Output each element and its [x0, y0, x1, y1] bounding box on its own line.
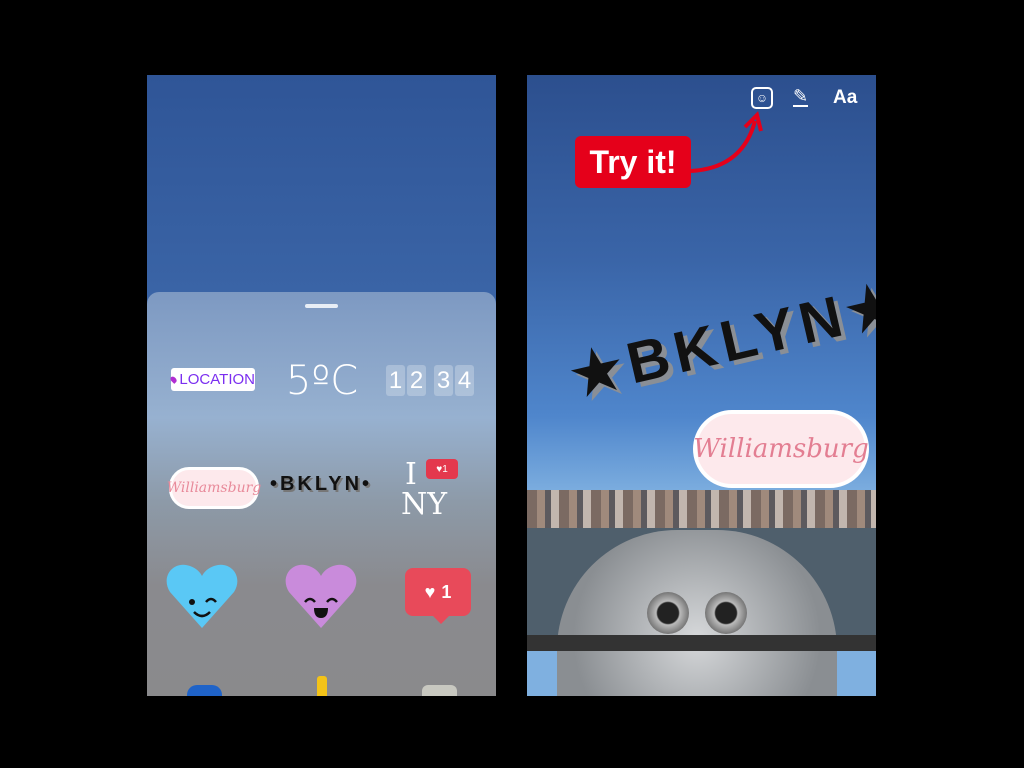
- smiling-purple-heart-sticker[interactable]: [285, 564, 357, 628]
- drag-handle[interactable]: [305, 304, 338, 308]
- ny-letters: NY: [401, 487, 448, 522]
- sticker-picker-screen: LOCATION 5ºC 1234 Williamsburg •BKLYN• I…: [147, 75, 496, 696]
- temperature-sticker[interactable]: 5ºC: [286, 358, 358, 404]
- city-skyline: [527, 490, 876, 530]
- sticker-button[interactable]: ☺: [751, 87, 773, 109]
- sticker-partial[interactable]: [422, 685, 457, 696]
- railing: [527, 635, 876, 651]
- location-label: LOCATION: [179, 371, 255, 388]
- sticker-partial[interactable]: [317, 676, 327, 696]
- like-count-sticker[interactable]: ♥ 1: [405, 568, 471, 624]
- bklyn-sticker-placed[interactable]: ★BKLYN★: [564, 268, 876, 411]
- bklyn-sticker[interactable]: •BKLYN•: [270, 473, 369, 496]
- heart-icon: ♥: [424, 581, 436, 602]
- lens: [647, 592, 689, 634]
- sticker-tray: LOCATION 5ºC 1234 Williamsburg •BKLYN• I…: [147, 292, 496, 696]
- try-it-callout: Try it!: [575, 136, 691, 188]
- arrow-icon: [690, 111, 763, 173]
- like-count: 1: [441, 581, 452, 602]
- like-badge: ♥1: [426, 459, 458, 479]
- draw-button[interactable]: ✎: [793, 87, 809, 107]
- location-sticker[interactable]: LOCATION: [169, 368, 255, 391]
- clock-digit: 1: [386, 365, 405, 396]
- story-editor-screen: ☺ ✎ Aa Try it! ★BKLYN★ Williamsburg: [527, 75, 876, 696]
- location-pin-icon: [169, 375, 179, 384]
- i-love-ny-sticker[interactable]: I ♥1 NY: [401, 457, 471, 522]
- clock-digit: 2: [407, 365, 426, 396]
- clock-digit: 3: [434, 365, 453, 396]
- winking-blue-heart-sticker[interactable]: [166, 564, 238, 628]
- sticker-partial[interactable]: [187, 685, 222, 696]
- time-sticker[interactable]: 1234: [386, 365, 474, 396]
- williamsburg-sticker[interactable]: Williamsburg: [167, 467, 261, 509]
- clock-digit: 4: [455, 365, 474, 396]
- lens: [705, 592, 747, 634]
- text-button[interactable]: Aa: [833, 87, 857, 109]
- williamsburg-sticker-placed[interactable]: Williamsburg: [693, 410, 869, 488]
